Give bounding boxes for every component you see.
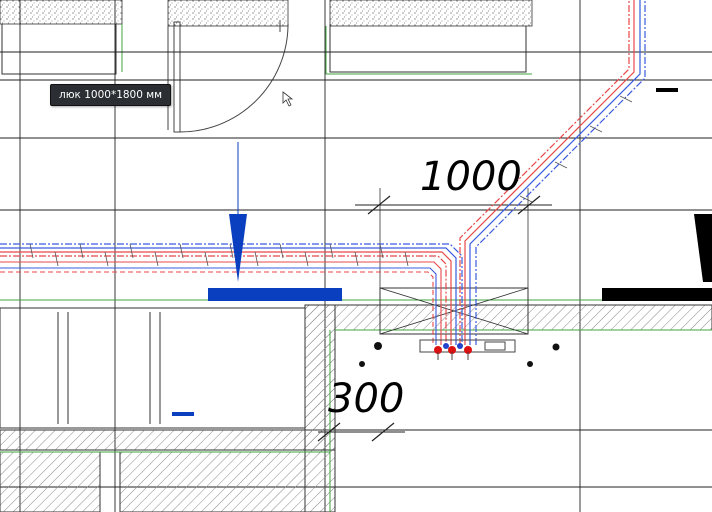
top-wall-blocks <box>0 0 533 75</box>
hatch-size-tooltip: люк 1000*1800 мм <box>50 84 172 106</box>
dimension-text-300: 300 <box>328 376 404 422</box>
floor-plan-drawing[interactable]: 1000 300 <box>0 0 712 512</box>
mouse-pointer-icon <box>282 91 294 107</box>
dimension-text-1000: 1000 <box>420 154 522 200</box>
marker-dash-blue <box>172 412 194 416</box>
door-swing <box>167 20 289 133</box>
section-marker-blue[interactable] <box>208 142 342 301</box>
cad-drawing-canvas[interactable]: 1000 300 люк 1000*1800 мм <box>0 0 712 512</box>
section-marker-black[interactable] <box>602 214 712 301</box>
marker-dash-top <box>656 88 678 92</box>
manifold[interactable] <box>419 339 516 360</box>
valve-icon[interactable] <box>434 343 472 354</box>
